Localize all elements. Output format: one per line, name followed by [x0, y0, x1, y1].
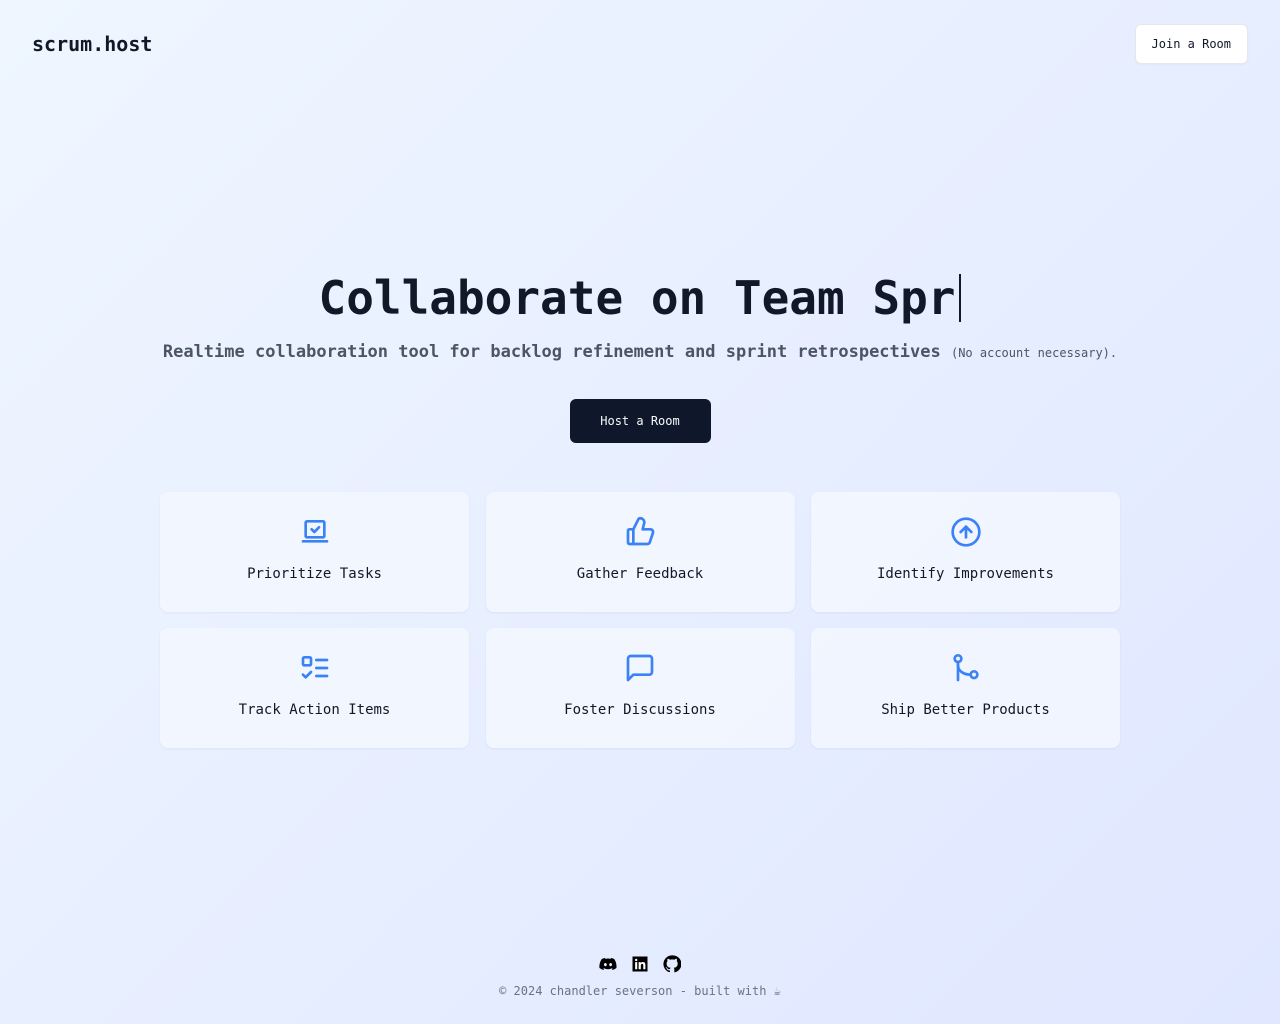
join-room-button[interactable]: Join a Room — [1134, 24, 1248, 64]
host-room-button[interactable]: Host a Room — [569, 399, 711, 443]
feature-card-ship-better-products: Ship Better Products — [811, 628, 1120, 748]
linkedin-link[interactable] — [631, 955, 649, 973]
feature-label: Foster Discussions — [564, 702, 716, 718]
github-icon — [663, 955, 681, 973]
hero-subtitle-text: Realtime collaboration tool for backlog … — [162, 342, 941, 362]
arrow-up-circle-icon — [950, 517, 981, 547]
hero-section: Collaborate on Team Spr Realtime collabo… — [0, 266, 1280, 443]
feature-card-foster-discussions: Foster Discussions — [485, 628, 795, 748]
feature-card-track-action-items: Track Action Items — [160, 628, 469, 748]
hero-title-text: Collaborate on Team Spr — [318, 271, 956, 325]
no-account-note: (No account necessary). — [950, 346, 1118, 360]
linkedin-icon — [632, 956, 648, 972]
git-branch-icon — [952, 654, 979, 682]
feature-label: Track Action Items — [238, 702, 391, 718]
site-header: scrum.host Join a Room — [0, 0, 1280, 88]
feature-label: Prioritize Tasks — [247, 566, 382, 582]
feature-card-gather-feedback: Gather Feedback — [485, 492, 795, 612]
site-logo[interactable]: scrum.host — [32, 32, 152, 56]
social-links — [0, 952, 1280, 976]
laptop-check-icon — [301, 520, 328, 543]
feature-card-identify-improvements: Identify Improvements — [811, 492, 1120, 612]
features-grid: Prioritize Tasks Gather Feedback Identif… — [160, 492, 1120, 748]
feature-label: Identify Improvements — [876, 566, 1054, 582]
message-square-icon — [626, 654, 654, 682]
feature-card-prioritize-tasks: Prioritize Tasks — [160, 492, 469, 612]
typing-cursor — [959, 274, 962, 322]
hero-title: Collaborate on Team Spr — [319, 266, 962, 330]
github-link[interactable] — [663, 955, 681, 973]
list-checks-icon — [301, 656, 328, 679]
copyright-text: © 2024 chandler severson - built with ☕ — [499, 984, 781, 998]
feature-label: Ship Better Products — [881, 702, 1050, 718]
feature-label: Gather Feedback — [576, 566, 704, 582]
hero-subtitle: Realtime collaboration tool for backlog … — [0, 340, 1280, 365]
site-footer: © 2024 chandler severson - built with ☕ — [0, 952, 1280, 1000]
thumbs-up-icon — [626, 516, 655, 546]
discord-icon — [599, 958, 617, 970]
discord-link[interactable] — [599, 955, 617, 973]
